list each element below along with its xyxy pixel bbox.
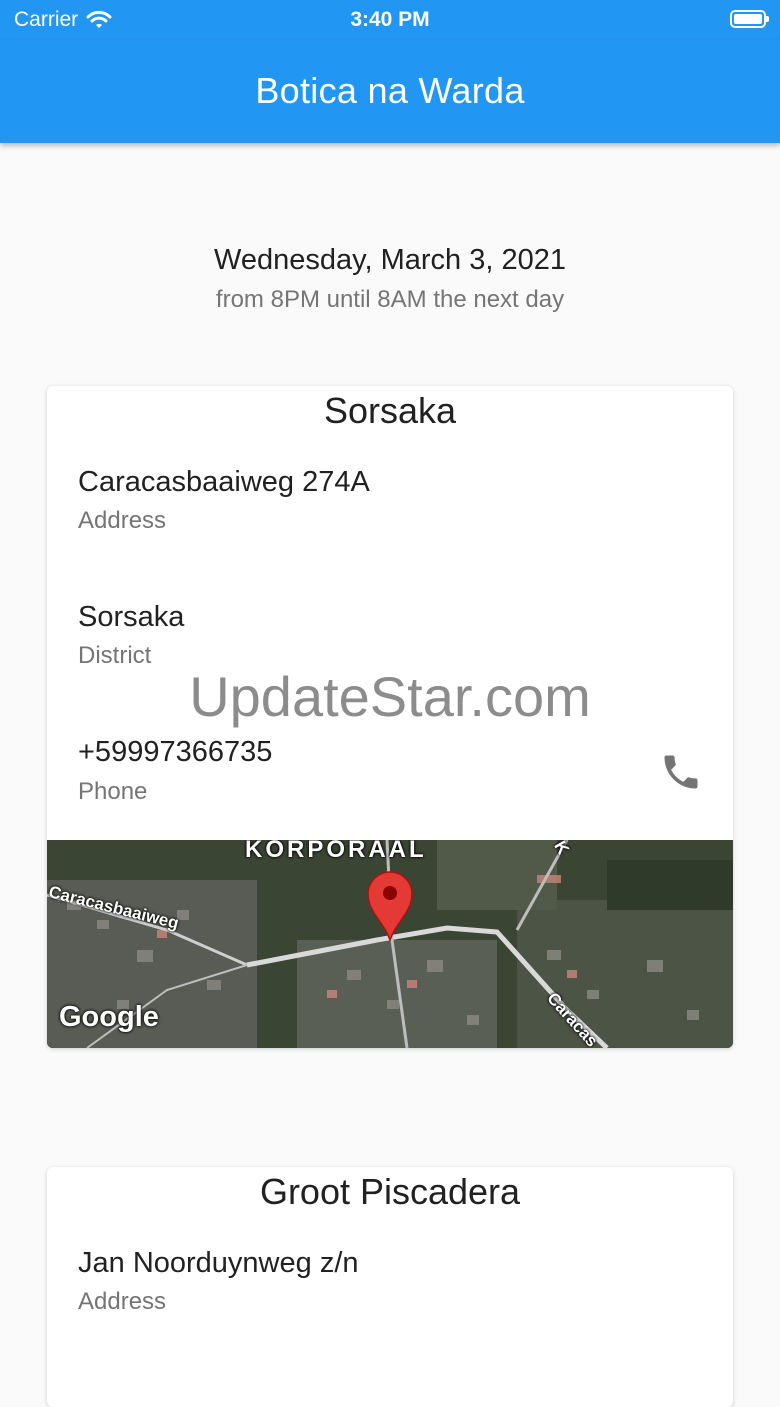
address-label: Address (78, 507, 167, 534)
pharmacy-card[interactable]: Groot Piscadera Jan Noorduynweg z/n Addr… (47, 1167, 733, 1407)
status-bar: Carrier 3:40 PM (0, 0, 780, 40)
district-value: Sorsaka (78, 601, 185, 633)
pharmacy-name: Sorsaka (323, 390, 457, 431)
pharmacy-name: Groot Piscadera (259, 1171, 521, 1212)
call-button[interactable] (659, 750, 703, 794)
status-time: 3:40 PM (350, 8, 430, 31)
google-logo: Google (59, 1001, 159, 1033)
phone-value[interactable]: +59997366735 (78, 736, 272, 769)
schedule-hours: from 8PM until 8AM the next day (215, 286, 565, 313)
map-label-korporaal: KORPORAAL (245, 840, 427, 863)
map-marker-icon[interactable] (366, 870, 414, 942)
phone-label: Phone (78, 778, 148, 805)
district-label: District (78, 642, 152, 669)
address-value: Jan Noorduynweg z/n (78, 1247, 359, 1279)
location-map[interactable]: KORPORAAL Caracasbaaiweg Caracas K Googl… (47, 840, 733, 1048)
app-title: Botica na Warda (255, 70, 525, 111)
pharmacy-card[interactable]: Sorsaka Caracasbaaiweg 274A Address Sors… (47, 386, 733, 1048)
address-value: Caracasbaaiweg 274A (78, 466, 370, 498)
address-label: Address (78, 1288, 167, 1315)
phone-icon (664, 755, 698, 789)
app-bar: Botica na Warda (0, 40, 780, 143)
schedule-date: Wednesday, March 3, 2021 (214, 244, 566, 276)
battery-icon (730, 10, 769, 28)
